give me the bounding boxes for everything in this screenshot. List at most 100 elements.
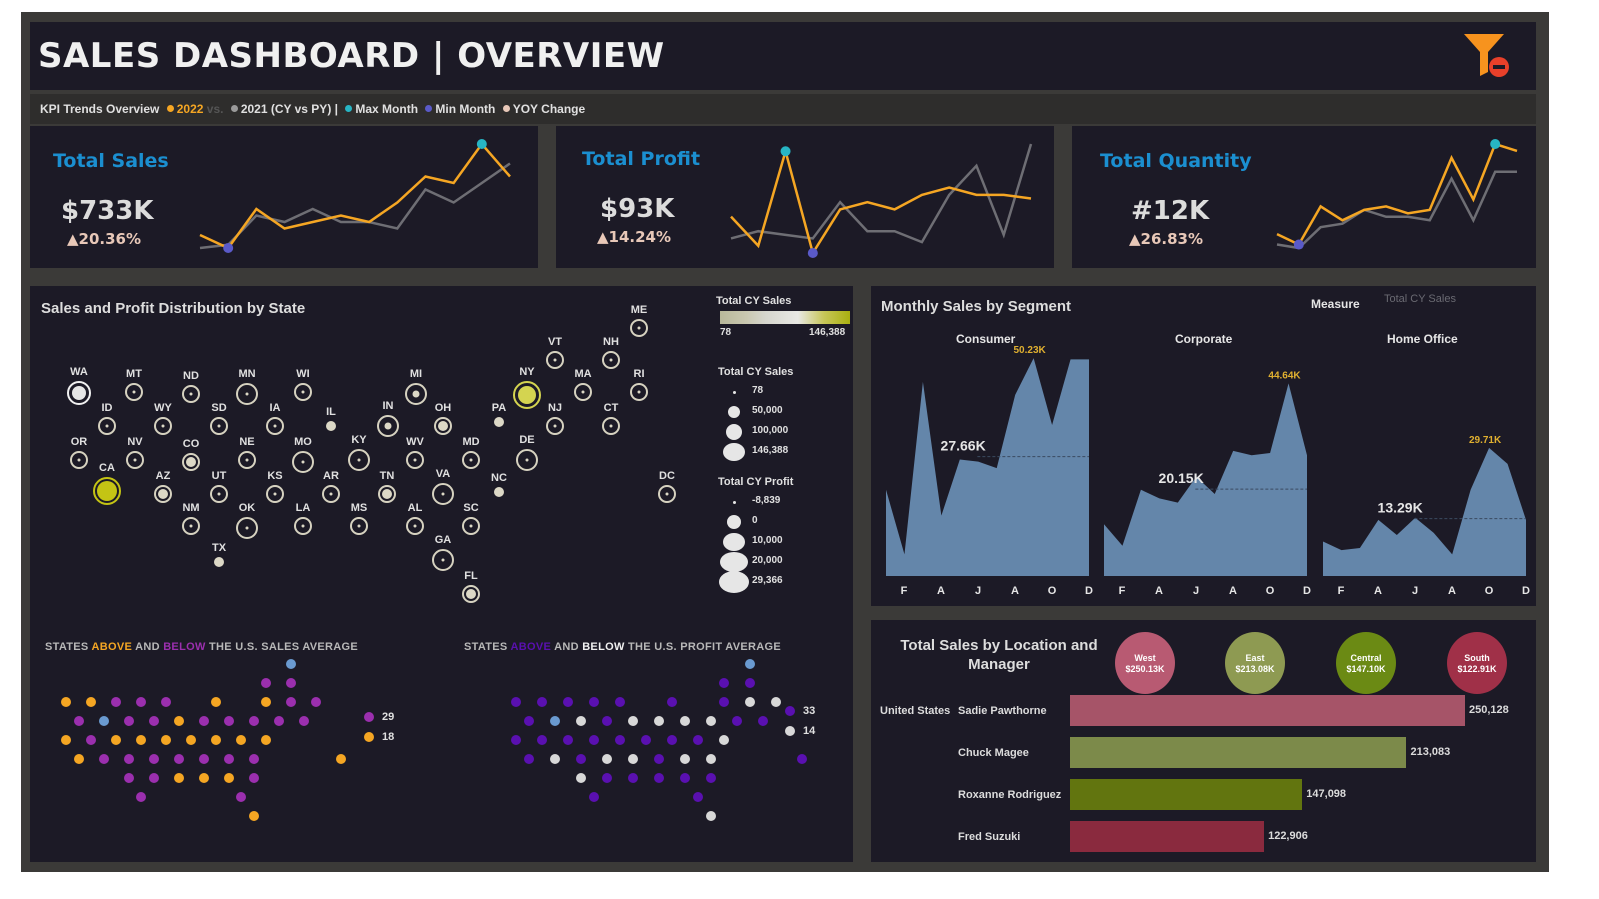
- state-marker-nv[interactable]: NV: [120, 436, 150, 469]
- state-marker-ri[interactable]: RI: [624, 368, 654, 401]
- state-tile-dot[interactable]: [641, 735, 651, 745]
- state-tile-dot[interactable]: [654, 716, 664, 726]
- state-tile-dot[interactable]: [654, 773, 664, 783]
- state-tile-dot[interactable]: [602, 773, 612, 783]
- state-tile-dot[interactable]: [248, 754, 259, 764]
- kpi-card-quantity[interactable]: Total Quantity #12K ▲26.83%: [1072, 126, 1536, 268]
- state-marker-tn[interactable]: TN: [372, 470, 402, 503]
- state-tile-dot[interactable]: [223, 754, 234, 764]
- state-tile-dot[interactable]: [161, 697, 171, 707]
- state-tile-dot[interactable]: [628, 773, 638, 783]
- state-tile-dot[interactable]: [98, 754, 109, 764]
- state-tile-dot[interactable]: [198, 773, 209, 783]
- state-tile-dot[interactable]: [706, 716, 716, 726]
- state-tile-dot[interactable]: [602, 716, 612, 726]
- state-tile-dot[interactable]: [211, 735, 221, 745]
- state-tile-dot[interactable]: [261, 697, 271, 707]
- state-marker-de[interactable]: DE: [512, 434, 542, 471]
- measure-value[interactable]: Total CY Sales: [1384, 293, 1456, 305]
- state-tile-dot[interactable]: [628, 754, 638, 764]
- state-marker-me[interactable]: ME: [624, 304, 654, 337]
- min-month-marker[interactable]: [1293, 239, 1304, 250]
- state-marker-oh[interactable]: OH: [428, 402, 458, 435]
- state-tile-dot[interactable]: [161, 735, 171, 745]
- state-marker-co[interactable]: CO: [176, 438, 206, 471]
- state-tile-dot[interactable]: [680, 773, 690, 783]
- state-tile-dot[interactable]: [211, 697, 221, 707]
- state-marker-la[interactable]: LA: [288, 502, 318, 535]
- state-tile-dot[interactable]: [589, 792, 599, 802]
- state-marker-ca[interactable]: CA: [92, 462, 122, 505]
- segment-area-corporate[interactable]: [1104, 383, 1307, 576]
- state-marker-ut[interactable]: UT: [204, 470, 234, 503]
- state-tile-dot[interactable]: [273, 716, 284, 726]
- state-tile-dot[interactable]: [537, 735, 547, 745]
- state-tile-dot[interactable]: [576, 773, 586, 783]
- state-tile-dot[interactable]: [745, 659, 755, 669]
- state-tile-dot[interactable]: [86, 735, 96, 745]
- state-marker-wv[interactable]: WV: [400, 436, 430, 469]
- state-tile-dot[interactable]: [706, 811, 716, 821]
- state-marker-nc[interactable]: NC: [484, 472, 514, 497]
- state-tile-dot[interactable]: [286, 678, 296, 688]
- state-marker-mn[interactable]: MN: [232, 368, 262, 405]
- state-marker-ks[interactable]: KS: [260, 470, 290, 503]
- state-tile-dot[interactable]: [719, 697, 729, 707]
- state-tile-dot[interactable]: [667, 735, 677, 745]
- state-marker-ct[interactable]: CT: [596, 402, 626, 435]
- state-tile-dot[interactable]: [758, 716, 768, 726]
- state-marker-mo[interactable]: MO: [288, 436, 318, 473]
- state-tile-dot[interactable]: [148, 716, 159, 726]
- state-tile-dot[interactable]: [732, 716, 742, 726]
- state-tile-dot[interactable]: [615, 697, 625, 707]
- state-marker-wi[interactable]: WI: [288, 368, 318, 401]
- state-marker-mi[interactable]: MI: [401, 368, 431, 405]
- state-tile-dot[interactable]: [123, 716, 134, 726]
- state-tile-dot[interactable]: [123, 754, 134, 764]
- state-tile-dot[interactable]: [511, 735, 521, 745]
- state-marker-tx[interactable]: TX: [204, 542, 234, 567]
- sales-sparkline[interactable]: [195, 136, 515, 256]
- state-marker-sd[interactable]: SD: [204, 402, 234, 435]
- state-tile-dot[interactable]: [148, 773, 159, 783]
- state-marker-mt[interactable]: MT: [119, 368, 149, 401]
- state-tile-dot[interactable]: [550, 754, 560, 764]
- state-tile-dot[interactable]: [111, 735, 121, 745]
- region-badge-south[interactable]: South $122.91K: [1447, 632, 1507, 694]
- state-tile-dot[interactable]: [706, 754, 716, 764]
- state-tile-dot[interactable]: [223, 716, 234, 726]
- state-marker-fl[interactable]: FL: [456, 570, 486, 603]
- state-tile-dot[interactable]: [719, 678, 729, 688]
- state-marker-nh[interactable]: NH: [596, 336, 626, 369]
- state-tile-dot[interactable]: [298, 716, 309, 726]
- state-marker-nm[interactable]: NM: [176, 502, 206, 535]
- state-tile-dot[interactable]: [198, 716, 209, 726]
- region-badge-east[interactable]: East $213.08K: [1225, 632, 1285, 694]
- state-tile-dot[interactable]: [148, 754, 159, 764]
- state-marker-va[interactable]: VA: [428, 468, 458, 505]
- state-tile-dot[interactable]: [706, 773, 716, 783]
- manager-bar[interactable]: [1070, 737, 1407, 768]
- kpi-card-profit[interactable]: Total Profit $93K ▲14.24%: [556, 126, 1054, 268]
- min-month-marker[interactable]: [223, 243, 234, 253]
- state-tile-dot[interactable]: [563, 735, 573, 745]
- state-tile-dot[interactable]: [615, 735, 625, 745]
- state-tile-dot[interactable]: [61, 697, 71, 707]
- state-tile-dot[interactable]: [98, 716, 109, 726]
- state-marker-pa[interactable]: PA: [484, 402, 514, 427]
- state-marker-ia[interactable]: IA: [260, 402, 290, 435]
- state-marker-or[interactable]: OR: [64, 436, 94, 469]
- state-tile-dot[interactable]: [248, 811, 259, 821]
- state-tile-dot[interactable]: [173, 773, 184, 783]
- state-tile-dot[interactable]: [73, 716, 84, 726]
- state-tile-dot[interactable]: [261, 678, 271, 688]
- state-marker-al[interactable]: AL: [400, 502, 430, 535]
- state-tile-dot[interactable]: [511, 697, 521, 707]
- state-marker-ky[interactable]: KY: [344, 434, 374, 471]
- state-marker-nd[interactable]: ND: [176, 370, 206, 403]
- state-marker-md[interactable]: MD: [456, 436, 486, 469]
- profit-sparkline[interactable]: [726, 136, 1036, 261]
- max-month-marker[interactable]: [476, 139, 487, 149]
- state-marker-az[interactable]: AZ: [148, 470, 178, 503]
- state-tile-dot[interactable]: [61, 735, 71, 745]
